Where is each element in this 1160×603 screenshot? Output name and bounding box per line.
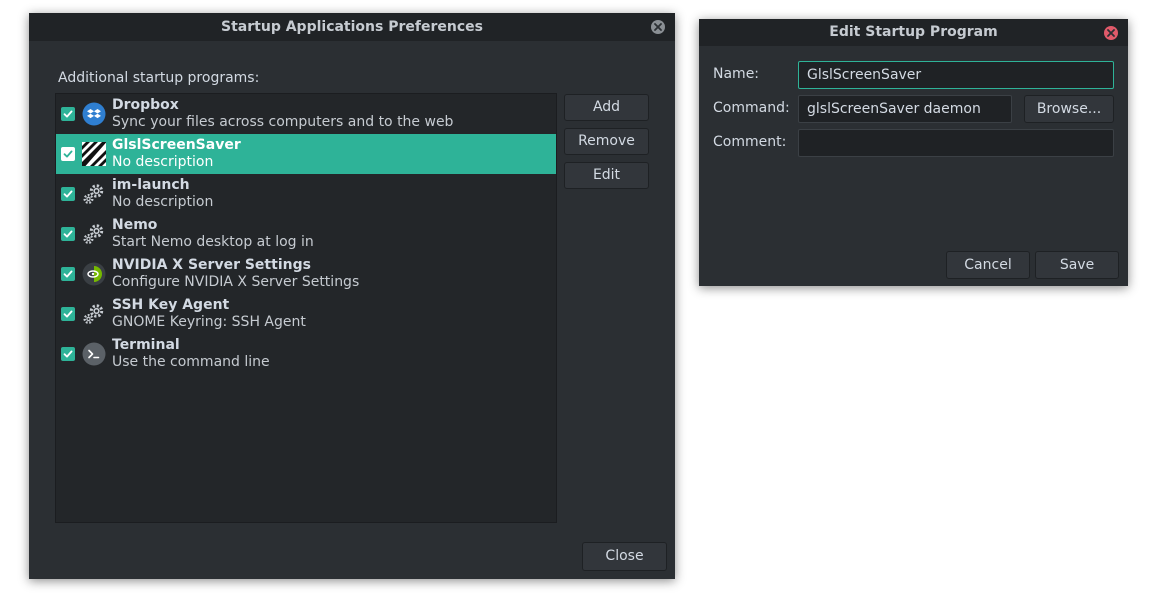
gears-icon xyxy=(82,302,106,326)
striped-screensaver-icon xyxy=(82,142,106,166)
nvidia-icon xyxy=(82,262,106,286)
startup-programs-list[interactable]: Dropbox Sync your files across computers… xyxy=(55,93,557,523)
program-row-nvidia-settings[interactable]: NVIDIA X Server Settings Configure NVIDI… xyxy=(56,254,556,294)
program-description: No description xyxy=(112,154,214,170)
close-button[interactable]: Close xyxy=(582,542,667,571)
edit-button[interactable]: Edit xyxy=(564,162,649,189)
enable-checkbox[interactable] xyxy=(61,187,75,201)
add-button[interactable]: Add xyxy=(564,94,649,121)
command-input[interactable] xyxy=(798,95,1012,123)
enable-checkbox[interactable] xyxy=(61,107,75,121)
edit-dialog-titlebar[interactable]: Edit Startup Program xyxy=(699,19,1128,46)
program-name: NVIDIA X Server Settings xyxy=(112,257,311,273)
main-window-close-icon[interactable] xyxy=(651,20,665,34)
main-window-titlebar[interactable]: Startup Applications Preferences xyxy=(29,13,675,41)
browse-button[interactable]: Browse... xyxy=(1024,95,1114,123)
program-row-glslscreensaver[interactable]: GlslScreenSaver No description xyxy=(56,134,556,174)
command-label: Command: xyxy=(713,100,790,116)
edit-dialog-title: Edit Startup Program xyxy=(829,24,998,40)
cancel-button[interactable]: Cancel xyxy=(946,251,1030,279)
dropbox-icon xyxy=(82,102,106,126)
program-description: Start Nemo desktop at log in xyxy=(112,234,314,250)
program-description: Sync your files across computers and to … xyxy=(112,114,454,130)
program-description: GNOME Keyring: SSH Agent xyxy=(112,314,306,330)
program-description: Configure NVIDIA X Server Settings xyxy=(112,274,360,290)
gears-icon xyxy=(82,222,106,246)
program-description: No description xyxy=(112,194,214,210)
program-row-nemo[interactable]: Nemo Start Nemo desktop at log in xyxy=(56,214,556,254)
enable-checkbox[interactable] xyxy=(61,147,75,161)
comment-label: Comment: xyxy=(713,134,787,150)
program-name: SSH Key Agent xyxy=(112,297,230,313)
program-name: Terminal xyxy=(112,337,180,353)
program-row-dropbox[interactable]: Dropbox Sync your files across computers… xyxy=(56,94,556,134)
enable-checkbox[interactable] xyxy=(61,267,75,281)
program-name: im-launch xyxy=(112,177,190,193)
comment-input[interactable] xyxy=(798,129,1114,157)
program-name: GlslScreenSaver xyxy=(112,137,241,153)
program-name: Nemo xyxy=(112,217,158,233)
enable-checkbox[interactable] xyxy=(61,347,75,361)
name-label: Name: xyxy=(713,66,760,82)
name-input[interactable] xyxy=(798,61,1114,89)
gears-icon xyxy=(82,182,106,206)
remove-button[interactable]: Remove xyxy=(564,128,649,155)
enable-checkbox[interactable] xyxy=(61,307,75,321)
main-window-title: Startup Applications Preferences xyxy=(221,19,483,35)
save-button[interactable]: Save xyxy=(1035,251,1119,279)
program-name: Dropbox xyxy=(112,97,179,113)
edit-dialog-close-icon[interactable] xyxy=(1104,26,1118,40)
startup-applications-window: Startup Applications Preferences Additio… xyxy=(29,13,675,579)
additional-programs-label: Additional startup programs: xyxy=(58,70,260,86)
program-row-ssh-key-agent[interactable]: SSH Key Agent GNOME Keyring: SSH Agent xyxy=(56,294,556,334)
enable-checkbox[interactable] xyxy=(61,227,75,241)
program-row-terminal[interactable]: Terminal Use the command line xyxy=(56,334,556,374)
program-row-im-launch[interactable]: im-launch No description xyxy=(56,174,556,214)
program-description: Use the command line xyxy=(112,354,270,370)
terminal-icon xyxy=(82,342,106,366)
edit-startup-program-dialog: Edit Startup Program Name: Command: Brow… xyxy=(699,19,1128,286)
